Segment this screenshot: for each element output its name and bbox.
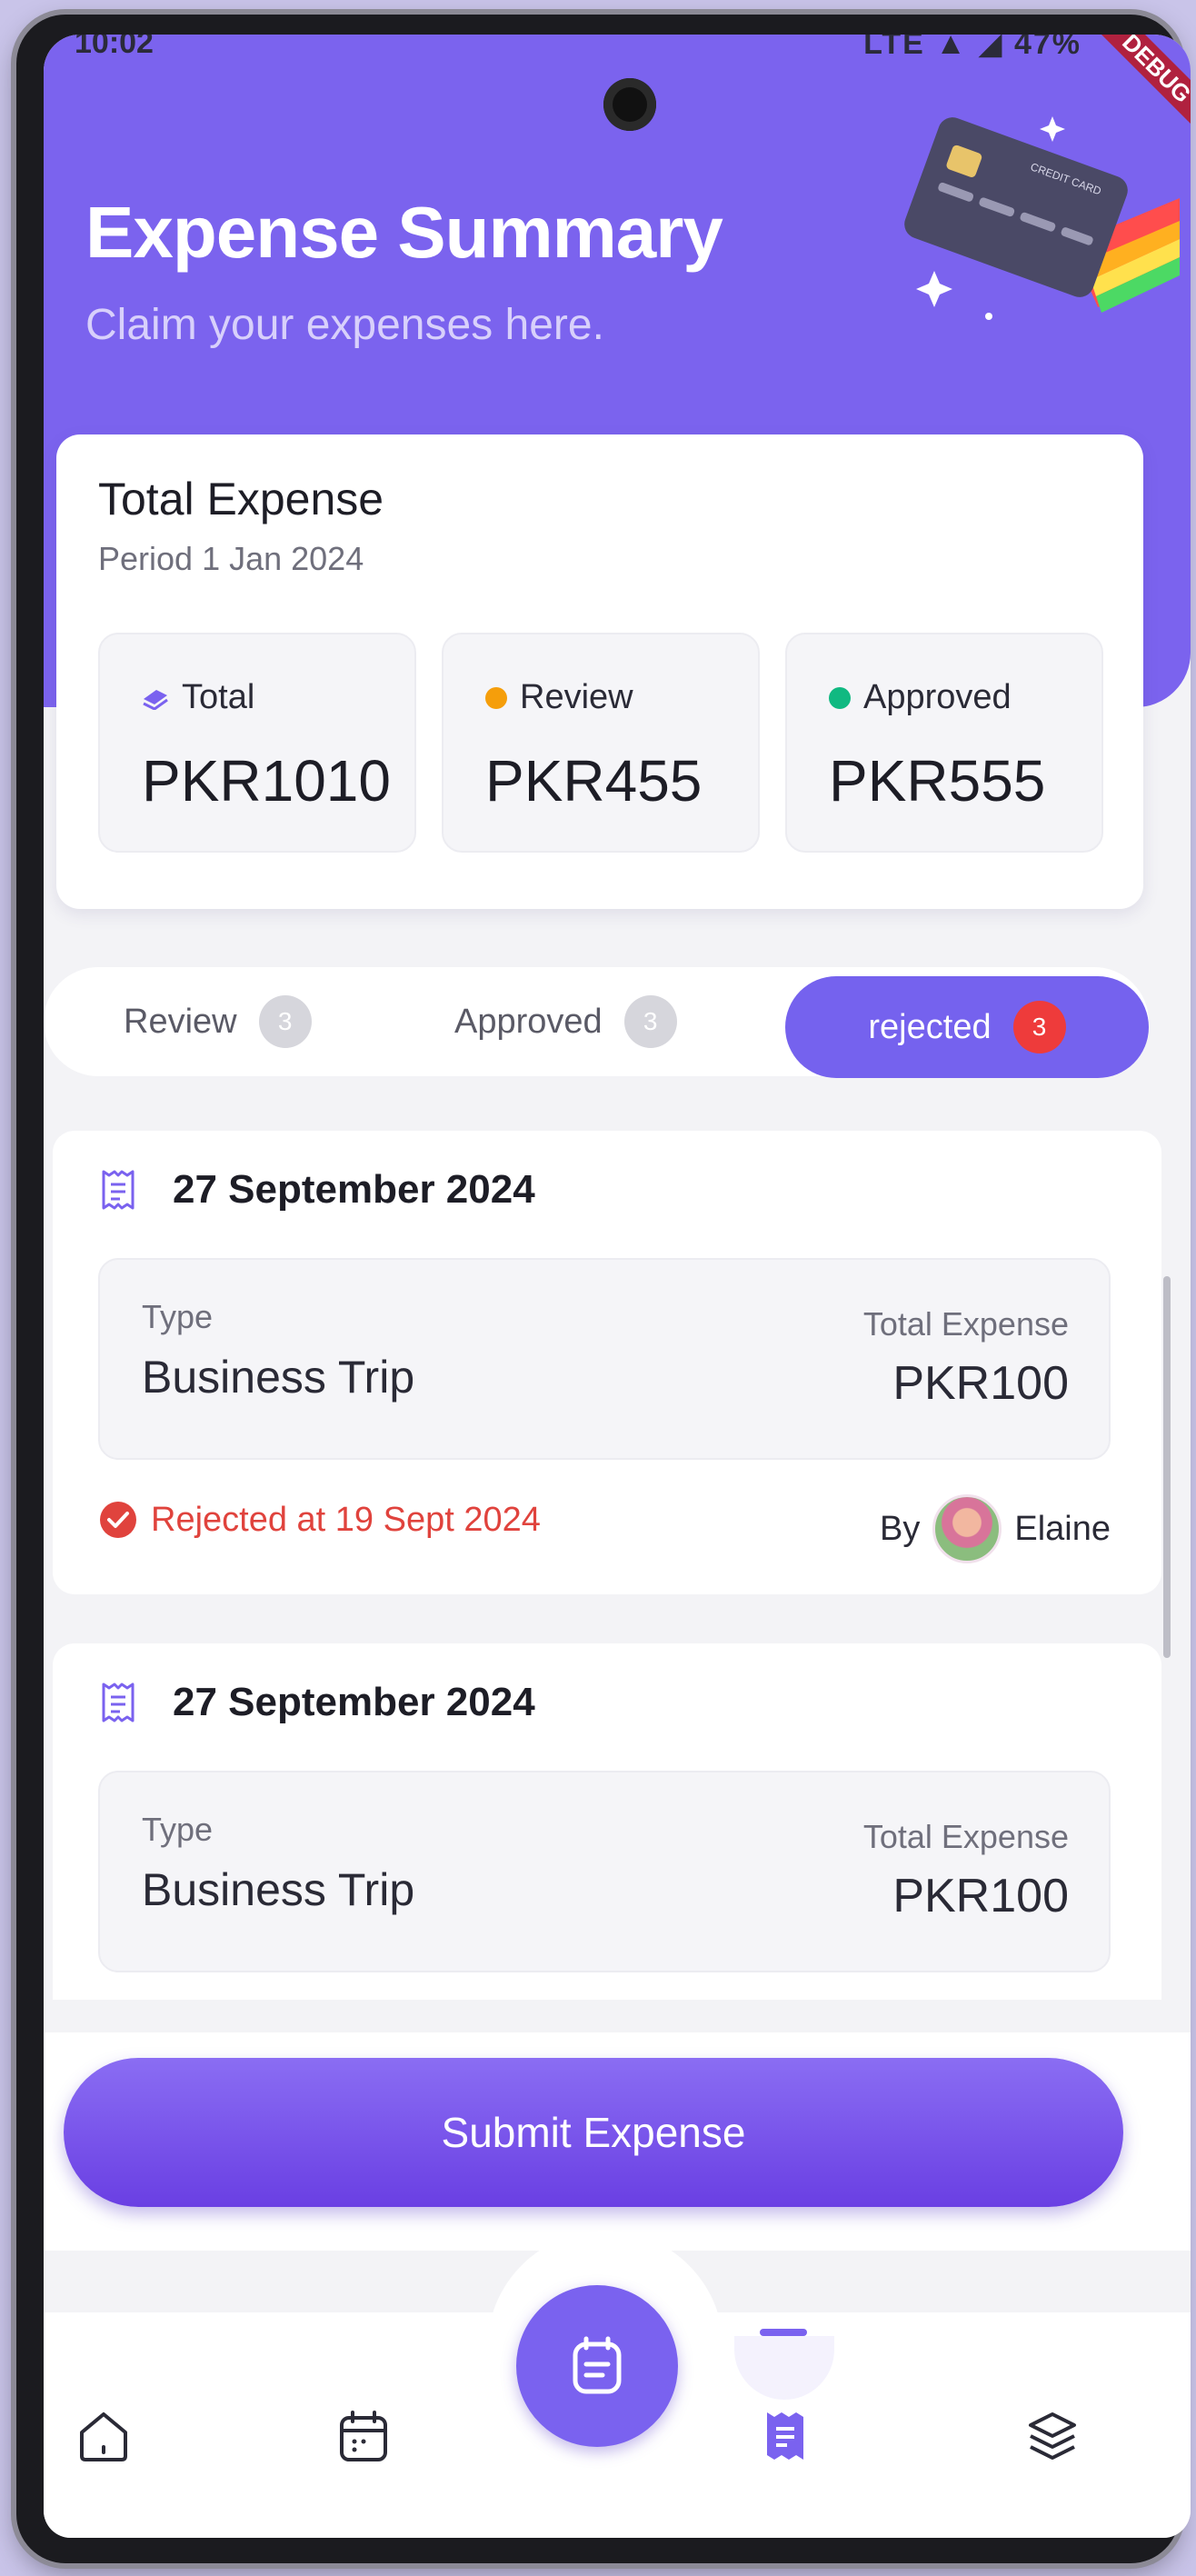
nav-home[interactable] <box>67 2400 140 2472</box>
money-stack-icon <box>143 689 168 710</box>
tab-rejected[interactable]: rejected 3 <box>785 976 1149 1078</box>
tab-approved-count: 3 <box>623 995 677 1048</box>
stat-review: Review PKR455 <box>442 633 760 853</box>
rejected-check-icon <box>100 1502 136 1538</box>
stat-approved-label: Approved <box>863 678 1012 716</box>
expense-date-row: 27 September 2024 <box>98 1680 535 1725</box>
tab-review-label: Review <box>124 1002 237 1041</box>
status-tabs: Review 3 Approved 3 rejected 3 <box>44 967 1149 1078</box>
nav-layers[interactable] <box>1016 2400 1089 2472</box>
approved-dot-icon <box>829 686 851 709</box>
calendar-icon <box>340 2411 387 2461</box>
stat-total-label-row: Total <box>142 678 254 717</box>
home-icon <box>80 2412 127 2461</box>
nav-active-highlight <box>734 2336 834 2400</box>
status-indicators: LTE ▲ ◢ 47% <box>863 35 1081 61</box>
nav-calendar[interactable] <box>327 2400 400 2472</box>
status-bar: 10:02 LTE ▲ ◢ 47% <box>44 35 1191 71</box>
expense-total-value: PKR100 <box>892 1357 1069 1410</box>
by-name: Elaine <box>1014 1509 1111 1548</box>
credit-card-illustration: CREDIT CARD <box>904 116 1180 320</box>
avatar <box>932 1494 1002 1563</box>
list-scrollbar[interactable] <box>1163 1276 1171 1658</box>
expense-list[interactable]: 27 September 2024 Type Business Trip Tot… <box>44 1131 1191 2000</box>
rejected-by: By Elaine <box>880 1494 1111 1563</box>
total-expense-period: Period 1 Jan 2024 <box>98 540 364 577</box>
page-title: Expense Summary <box>85 192 723 273</box>
expense-type-value: Business Trip <box>142 1864 415 1915</box>
screen: Expense Summary Claim your expenses here… <box>44 35 1191 2538</box>
expense-type-label: Type <box>142 1298 214 1335</box>
stat-review-label-row: Review <box>485 678 633 717</box>
stat-approved-value: PKR555 <box>829 748 1046 814</box>
expense-details: Type Business Trip Total Expense PKR100 <box>98 1258 1111 1460</box>
expense-date-row: 27 September 2024 <box>98 1167 535 1213</box>
rejected-status: Rejected at 19 Sept 2024 <box>98 1500 541 1540</box>
total-expense-title: Total Expense <box>98 474 384 524</box>
receipt-icon <box>767 2412 803 2460</box>
expense-details: Type Business Trip Total Expense PKR100 <box>98 1771 1111 1972</box>
document-icon <box>573 2336 622 2394</box>
tab-rejected-count: 3 <box>1012 1001 1066 1053</box>
tab-approved[interactable]: Approved 3 <box>454 967 677 1076</box>
layers-icon <box>1029 2412 1076 2460</box>
add-expense-fab[interactable] <box>516 2285 678 2447</box>
stat-approved: Approved PKR555 <box>785 633 1103 853</box>
tab-review-count: 3 <box>258 995 312 1048</box>
camera-cutout <box>603 78 656 131</box>
tab-review[interactable]: Review 3 <box>124 967 312 1076</box>
stat-review-label: Review <box>520 678 633 716</box>
expense-footer: Rejected at 19 Sept 2024 By Elaine <box>98 1494 1111 1563</box>
receipt-icon <box>102 1170 135 1210</box>
stat-approved-label-row: Approved <box>829 678 1012 717</box>
receipt-icon <box>102 1682 135 1722</box>
expense-type-label: Type <box>142 1811 214 1848</box>
expense-card[interactable]: 27 September 2024 Type Business Trip Tot… <box>53 1643 1161 2000</box>
tab-approved-label: Approved <box>454 1002 603 1041</box>
expense-type-value: Business Trip <box>142 1352 415 1403</box>
stat-total-value: PKR1010 <box>142 748 391 814</box>
expense-date: 27 September 2024 <box>173 1167 535 1212</box>
expense-total-value: PKR100 <box>892 1870 1069 1922</box>
expense-total-label: Total Expense <box>862 1305 1069 1343</box>
phone-frame: Expense Summary Claim your expenses here… <box>16 15 1191 2563</box>
expense-date: 27 September 2024 <box>173 1680 535 1724</box>
nav-receipts[interactable] <box>749 2400 822 2472</box>
expense-card[interactable]: 27 September 2024 Type Business Trip Tot… <box>53 1131 1161 1594</box>
total-expense-card: Total Expense Period 1 Jan 2024 Total PK… <box>56 434 1143 909</box>
review-dot-icon <box>485 686 507 709</box>
submit-expense-button[interactable]: Submit Expense <box>64 2058 1123 2207</box>
stat-total: Total PKR1010 <box>98 633 416 853</box>
page-subtitle: Claim your expenses here. <box>85 301 604 349</box>
stat-total-label: Total <box>182 678 255 716</box>
rejected-status-text: Rejected at 19 Sept 2024 <box>151 1500 541 1539</box>
tab-rejected-label: rejected <box>868 1007 992 1046</box>
by-label: By <box>880 1509 921 1548</box>
status-time: 10:02 <box>75 35 154 60</box>
stat-review-value: PKR455 <box>485 748 703 814</box>
submit-area: Submit Expense <box>44 2032 1191 2251</box>
expense-total-label: Total Expense <box>862 1818 1069 1855</box>
nav-active-indicator <box>760 2329 807 2336</box>
